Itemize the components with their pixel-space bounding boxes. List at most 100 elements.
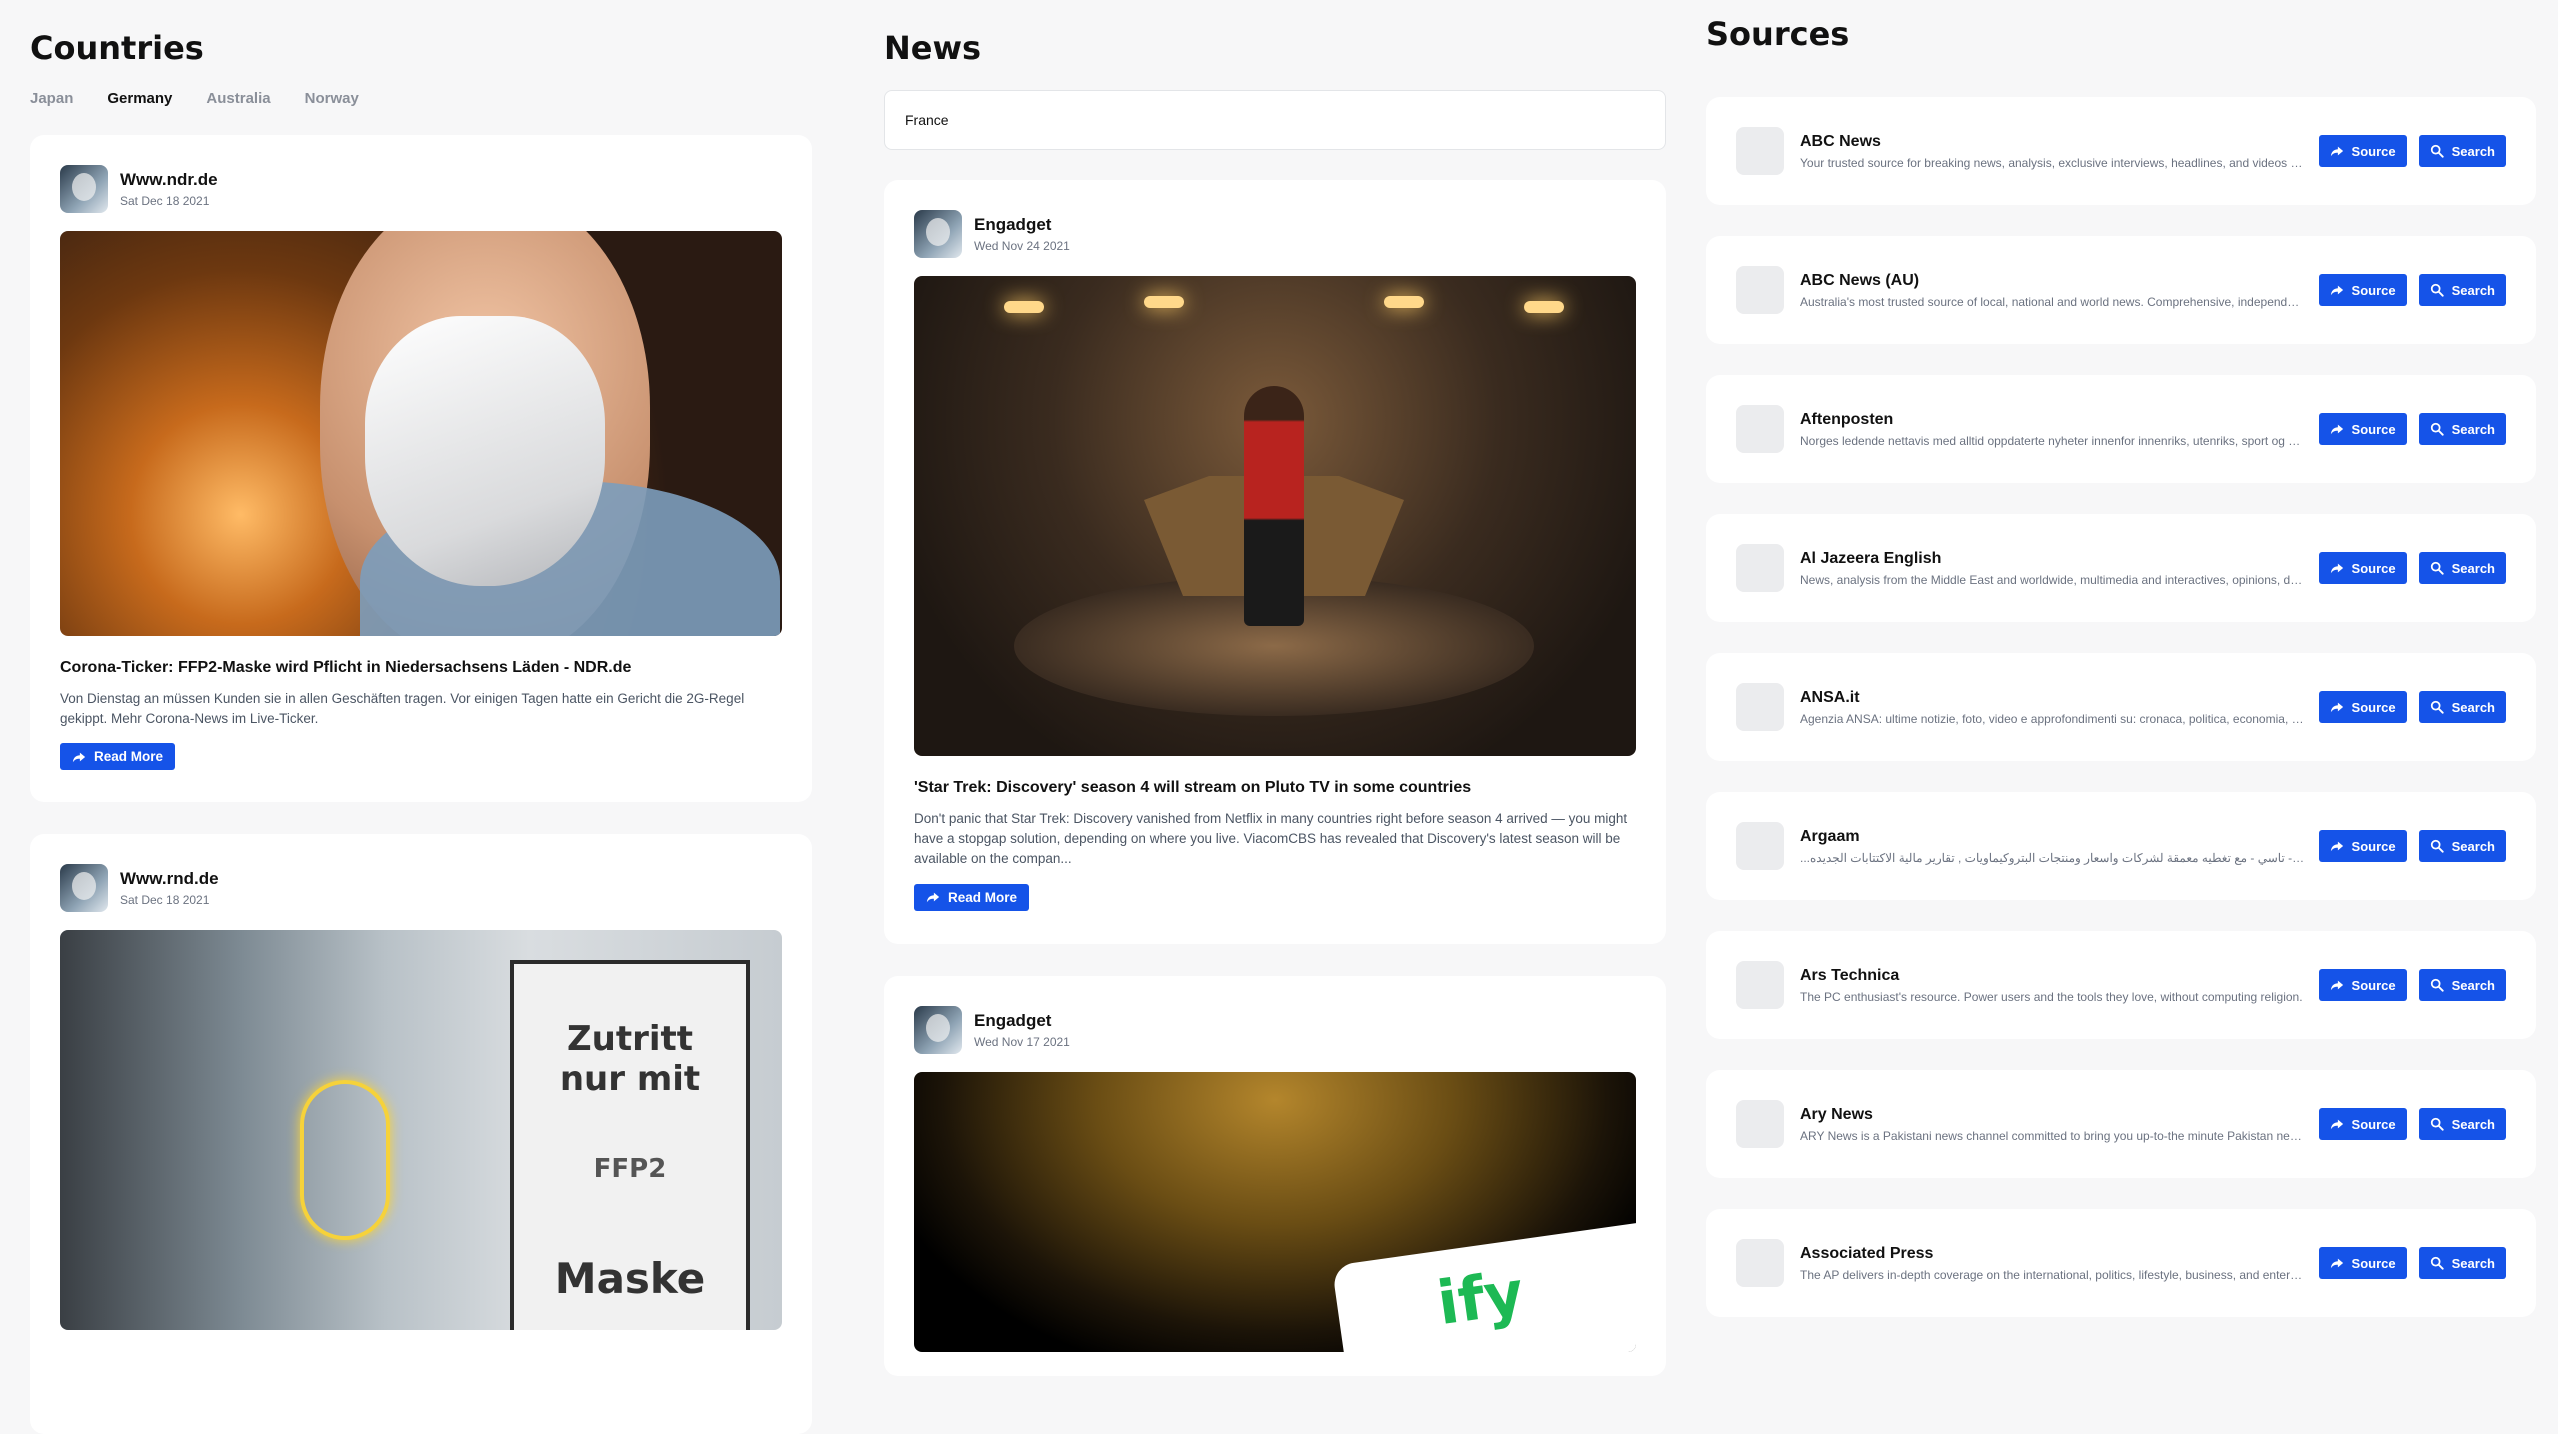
article-title: Corona-Ticker: FFP2-Maske wird Pflicht i…: [60, 659, 632, 676]
tab-norway[interactable]: Norway: [305, 90, 359, 107]
search-button-label: Search: [2451, 1255, 2495, 1271]
phone-screen: ify: [1331, 1220, 1636, 1352]
share-arrow-icon: [2330, 563, 2343, 574]
source-card: ANSA.it Agenzia ANSA: ultime notizie, fo…: [1706, 653, 2536, 761]
news-column: News Engadget Wed Nov 24 2021 'Star Trek…: [884, 0, 1666, 1376]
search-icon: [2430, 283, 2444, 297]
source-button[interactable]: Source: [2318, 413, 2407, 445]
source-button[interactable]: Source: [2318, 274, 2407, 306]
search-button[interactable]: Search: [2418, 1108, 2506, 1140]
sources-list: ABC News Your trusted source for breakin…: [1706, 97, 2536, 1317]
source-logo: [1736, 127, 1784, 175]
card-source-name: Engadget: [974, 1011, 1052, 1030]
source-name: ABC News: [1800, 132, 1881, 150]
article-image: Zutritt nur mit FFP2 Maske: [60, 930, 782, 1330]
search-button[interactable]: Search: [2418, 969, 2506, 1001]
search-button-label: Search: [2451, 143, 2495, 159]
source-logo: [1736, 961, 1784, 1009]
avatar: [914, 1006, 962, 1054]
search-button[interactable]: Search: [2418, 274, 2506, 306]
source-logo: [1736, 1100, 1784, 1148]
source-description: Norges ledende nettavis med alltid oppda…: [1800, 433, 2305, 448]
search-button[interactable]: Search: [2418, 830, 2506, 862]
read-more-button[interactable]: Read More: [60, 743, 176, 771]
source-button-label: Source: [2351, 143, 2396, 159]
source-button[interactable]: Source: [2318, 691, 2407, 723]
source-name: Al Jazeera English: [1800, 549, 1942, 567]
tab-australia[interactable]: Australia: [206, 90, 270, 107]
avatar: [914, 210, 962, 258]
share-arrow-icon: [2330, 424, 2343, 435]
source-card: Aftenposten Norges ledende nettavis med …: [1706, 375, 2536, 483]
news-card: Engadget Wed Nov 24 2021 'Star Trek: Dis…: [884, 180, 1666, 944]
source-button[interactable]: Source: [2318, 1108, 2407, 1140]
source-logo: [1736, 822, 1784, 870]
search-button-label: Search: [2451, 838, 2495, 854]
card-header: Engadget Wed Nov 24 2021: [914, 210, 1636, 258]
search-icon: [2430, 978, 2444, 992]
share-arrow-icon: [2330, 841, 2343, 852]
country-tabs: Japan Germany Australia Norway: [30, 90, 812, 107]
news-card: Www.rnd.de Sat Dec 18 2021 Zutritt nur m…: [30, 834, 812, 1434]
tab-germany[interactable]: Germany: [107, 90, 172, 107]
source-logo: [1736, 266, 1784, 314]
search-button[interactable]: Search: [2418, 691, 2506, 723]
read-more-button[interactable]: Read More: [914, 883, 1030, 911]
read-more-label: Read More: [94, 749, 164, 765]
share-arrow-icon: [2330, 702, 2343, 713]
search-icon: [2430, 700, 2444, 714]
search-button-label: Search: [2451, 1116, 2495, 1132]
search-button-label: Search: [2451, 699, 2495, 715]
source-button-label: Source: [2351, 560, 2396, 576]
avatar: [60, 165, 108, 213]
card-source-name: Engadget: [974, 215, 1052, 234]
news-card: Engadget Wed Nov 17 2021 ify: [884, 976, 1666, 1376]
source-name: Argaam: [1800, 827, 1860, 845]
card-date: Wed Nov 24 2021: [974, 239, 1070, 253]
news-search-input[interactable]: [905, 112, 1645, 128]
article-title: 'Star Trek: Discovery' season 4 will str…: [914, 779, 1472, 796]
source-description: News, analysis from the Middle East and …: [1800, 572, 2305, 587]
card-date: Wed Nov 17 2021: [974, 1035, 1070, 1049]
source-logo: [1736, 683, 1784, 731]
card-source-name: Www.ndr.de: [120, 170, 218, 189]
sources-heading: Sources: [1706, 15, 1850, 53]
search-button-label: Search: [2451, 421, 2495, 437]
share-arrow-icon: [2330, 285, 2343, 296]
sign-text-ffp2: FFP2: [593, 1154, 667, 1184]
source-name: ANSA.it: [1800, 688, 1860, 706]
source-button[interactable]: Source: [2318, 552, 2407, 584]
sign-text-nur-mit: nur mit: [559, 1059, 701, 1099]
source-card: ABC News Your trusted source for breakin…: [1706, 97, 2536, 205]
share-arrow-icon: [926, 892, 940, 903]
article-image: [60, 231, 782, 636]
avatar: [60, 864, 108, 912]
source-button[interactable]: Source: [2318, 1247, 2407, 1279]
source-button-label: Source: [2351, 1255, 2396, 1271]
search-button[interactable]: Search: [2418, 413, 2506, 445]
tab-japan[interactable]: Japan: [30, 90, 73, 107]
search-icon: [2430, 561, 2444, 575]
read-more-label: Read More: [948, 889, 1018, 905]
article-image: ify: [914, 1072, 1636, 1352]
source-button[interactable]: Source: [2318, 135, 2407, 167]
source-card: ABC News (AU) Australia's most trusted s…: [1706, 236, 2536, 344]
source-button-label: Source: [2351, 977, 2396, 993]
search-button[interactable]: Search: [2418, 135, 2506, 167]
source-description: ...اول - تاسي - مع تغطيه معمقة لشركات وا…: [1800, 850, 2305, 865]
source-button[interactable]: Source: [2318, 969, 2407, 1001]
search-button[interactable]: Search: [2418, 552, 2506, 584]
source-description: ARY News is a Pakistani news channel com…: [1800, 1128, 2305, 1143]
countries-column: Countries Japan Germany Australia Norway…: [30, 0, 812, 1434]
source-button[interactable]: Source: [2318, 830, 2407, 862]
source-name: Associated Press: [1800, 1244, 1934, 1262]
article-description: Don't panic that Star Trek: Discovery va…: [914, 810, 1628, 867]
search-button[interactable]: Search: [2418, 1247, 2506, 1279]
share-arrow-icon: [2330, 1119, 2343, 1130]
card-header: Engadget Wed Nov 17 2021: [914, 1006, 1636, 1054]
source-logo: [1736, 1239, 1784, 1287]
card-date: Sat Dec 18 2021: [120, 893, 210, 907]
source-name: Aftenposten: [1800, 410, 1894, 428]
article-image: [914, 276, 1636, 756]
search-button-label: Search: [2451, 560, 2495, 576]
